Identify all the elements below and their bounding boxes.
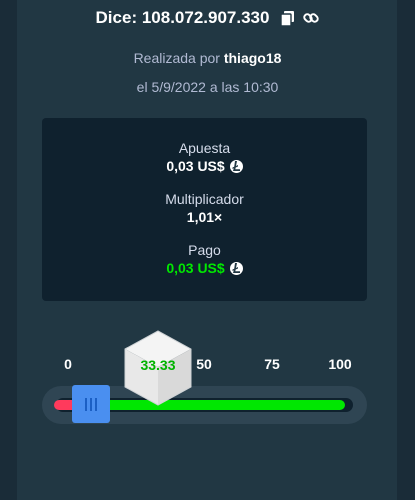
tick-label: 100 [328,356,352,372]
litecoin-icon [229,159,243,173]
tick-label: 50 [196,356,212,372]
tick-label: 75 [264,356,280,372]
made-by-line: Realizada por thiago18 [0,50,415,66]
payout-label: Pago [188,242,221,258]
slider-handle[interactable] [72,385,111,423]
username-link[interactable]: thiago18 [224,50,282,66]
link-icon[interactable] [302,10,319,27]
bet-amount-text: 0,03 US$ [166,158,225,174]
bet-title: Dice: 108.072.907.330 [0,8,415,28]
bet-title-text: Dice: 108.072.907.330 [95,8,270,27]
bet-amount: 0,03 US$ [166,157,243,175]
dice-result-value: 33.33 [140,357,176,373]
bet-info-card: Apuesta 0,03 US$ Multiplicador 1,01× Pag… [42,118,367,301]
payout-amount-text: 0,03 US$ [166,260,225,276]
tick-label: 0 [64,356,72,372]
dice-result-cube: 33.33 [123,330,193,406]
litecoin-icon [229,261,243,275]
made-by-prefix: Realizada por [133,50,220,66]
payout-amount: 0,03 US$ [166,259,243,277]
multiplier-block: Multiplicador 1,01× [42,191,367,227]
bet-date: el 5/9/2022 a las 10:30 [136,79,279,95]
multiplier-value: 1,01× [186,209,223,225]
bet-label: Apuesta [178,140,231,156]
multiplier-label: Multiplicador [165,191,244,207]
copy-icon[interactable] [279,10,296,27]
slider-ticks: 0 25 50 75 100 [0,356,415,376]
bet-amount-block: Apuesta 0,03 US$ [42,140,367,176]
payout-block: Pago 0,03 US$ [42,242,367,278]
